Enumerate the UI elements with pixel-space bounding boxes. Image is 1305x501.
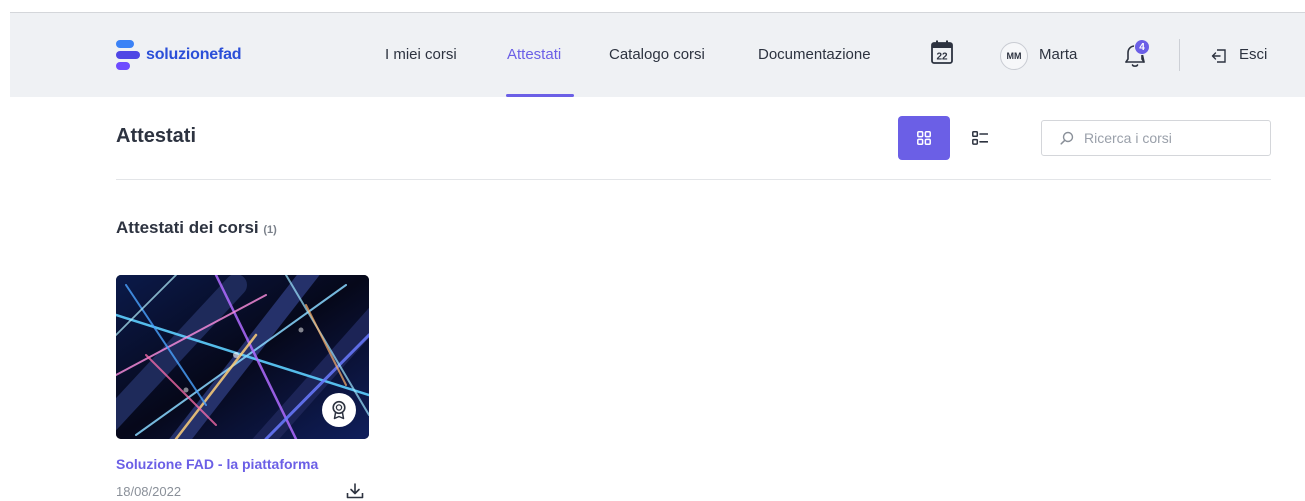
notification-count-badge: 4 bbox=[1134, 39, 1150, 55]
nav-link-documentazione[interactable]: Documentazione bbox=[758, 43, 871, 67]
grid-view-button[interactable] bbox=[898, 116, 950, 160]
list-view-icon bbox=[972, 131, 988, 145]
nav-link-attestati[interactable]: Attestati bbox=[507, 43, 561, 67]
brand-name: soluzionefad bbox=[146, 46, 242, 63]
brand-logo[interactable]: soluzionefad bbox=[116, 38, 242, 72]
user-name[interactable]: Marta bbox=[1039, 43, 1077, 67]
calendar-day-number: 22 bbox=[936, 52, 948, 63]
search-icon bbox=[1060, 131, 1074, 145]
section-title: Attestati dei corsi (1) bbox=[116, 218, 277, 238]
certificate-date: 18/08/2022 bbox=[116, 484, 182, 499]
user-avatar[interactable]: MM bbox=[1000, 42, 1028, 70]
section-count: (1) bbox=[263, 224, 277, 236]
page-title: Attestati bbox=[116, 125, 197, 147]
navbar-divider bbox=[1179, 39, 1180, 71]
header-divider bbox=[116, 179, 1271, 180]
search-box[interactable] bbox=[1041, 120, 1271, 156]
logout-icon[interactable] bbox=[1211, 48, 1227, 64]
section-title-text: Attestati dei corsi bbox=[116, 218, 259, 237]
search-input[interactable] bbox=[1084, 130, 1254, 146]
logout-link[interactable]: Esci bbox=[1239, 43, 1267, 67]
download-icon[interactable] bbox=[346, 483, 364, 499]
calendar-icon[interactable]: 22 bbox=[931, 40, 953, 64]
nav-link-catalogo-corsi[interactable]: Catalogo corsi bbox=[609, 43, 705, 67]
grid-view-icon bbox=[917, 131, 931, 145]
list-view-button[interactable] bbox=[958, 116, 1002, 160]
nav-link-i-miei-corsi[interactable]: I miei corsi bbox=[385, 43, 457, 67]
certificate-badge bbox=[322, 393, 356, 427]
top-navbar: soluzionefad I miei corsi Attestati Cata… bbox=[10, 13, 1305, 97]
award-icon bbox=[332, 400, 346, 420]
active-tab-indicator bbox=[506, 94, 574, 97]
brand-mark-icon bbox=[116, 38, 140, 72]
certificate-title[interactable]: Soluzione FAD - la piattaforma bbox=[116, 456, 318, 472]
